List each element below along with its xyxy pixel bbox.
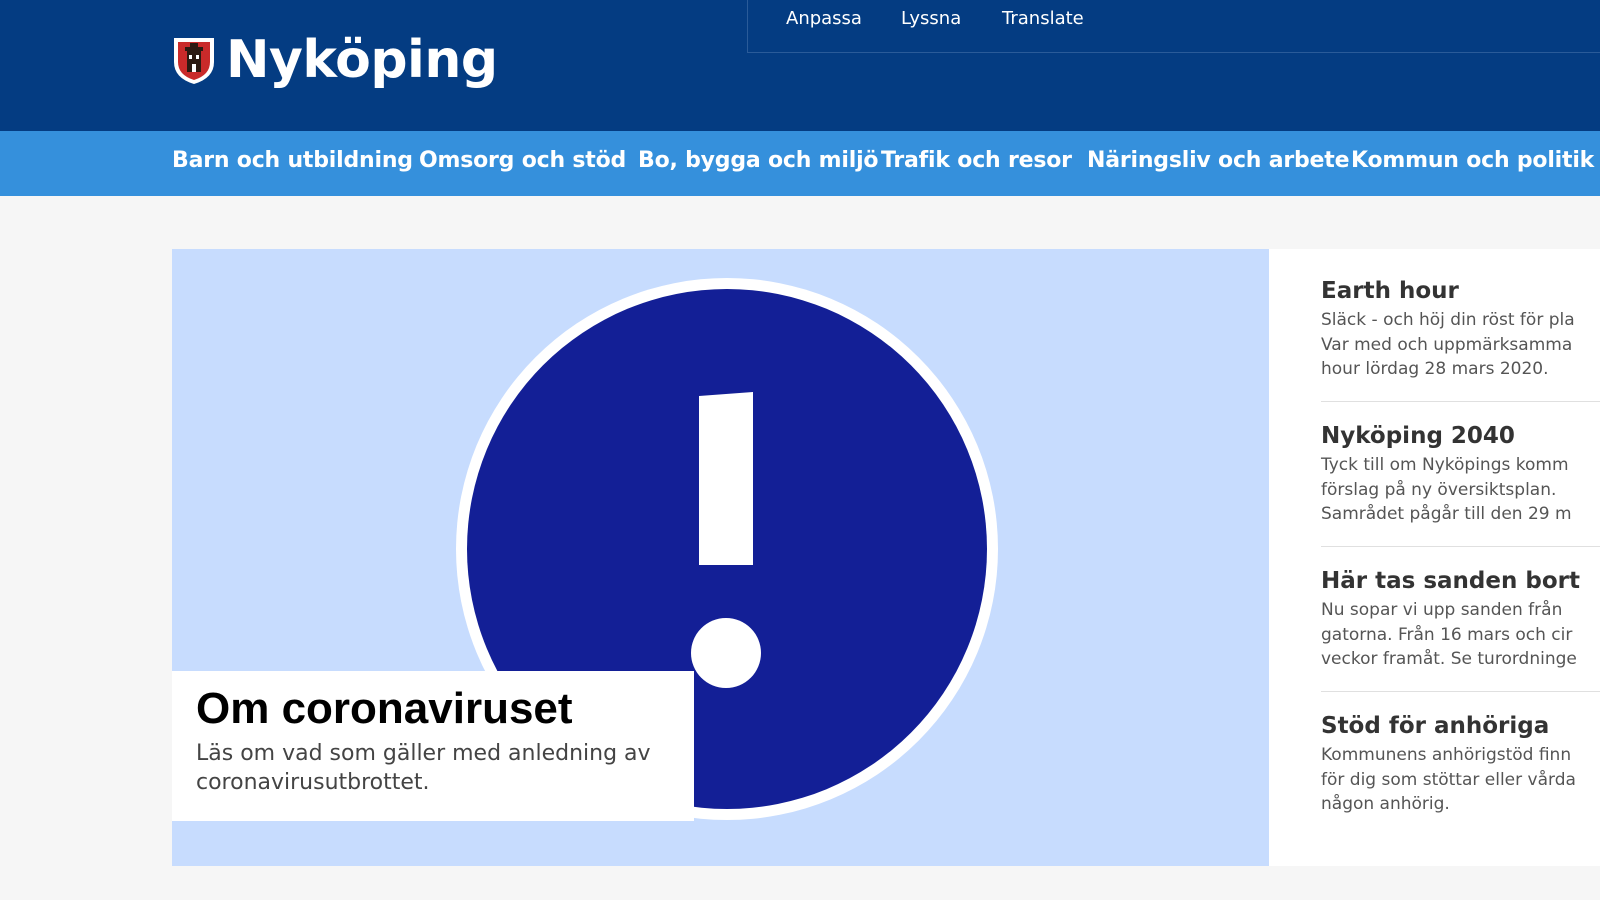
anpassa-link[interactable]: Anpassa [786, 8, 862, 29]
news-divider [1321, 691, 1600, 692]
news-item[interactable]: Earth hour Släck - och höj din röst för … [1321, 276, 1600, 382]
nav-kommun-och-politik[interactable]: Kommun och politik [1351, 148, 1594, 173]
home-logo-link[interactable]: Nyköping [172, 30, 498, 90]
nav-bo-bygga-och-miljo[interactable]: Bo, bygga och miljö [638, 148, 879, 173]
news-text: Släck - och höj din röst för pla [1321, 310, 1575, 330]
news-divider [1321, 401, 1600, 402]
news-title[interactable]: Earth hour [1321, 276, 1600, 306]
hero-title[interactable]: Om coronaviruset [196, 683, 670, 735]
nav-omsorg-och-stod[interactable]: Omsorg och stöd [419, 148, 626, 173]
news-text: Samrådet pågår till den 29 m [1321, 504, 1572, 524]
coat-of-arms-icon [174, 38, 214, 84]
news-text: gatorna. Från 16 mars och cir [1321, 624, 1573, 645]
news-text: hour lördag 28 mars 2020. [1321, 359, 1549, 379]
news-text: veckor framåt. Se turordninge [1321, 649, 1577, 669]
news-title[interactable]: Nyköping 2040 [1321, 421, 1600, 451]
news-text: Nu sopar vi upp sanden från [1321, 600, 1563, 620]
hero-text-line-1: Läs om vad som gäller med anledning av [196, 741, 651, 766]
hero-card[interactable]: Om coronaviruset Läs om vad som gäller m… [172, 671, 694, 821]
lyssna-link[interactable]: Lyssna [901, 8, 961, 29]
news-text: förslag på ny översiktsplan. [1321, 479, 1557, 500]
news-item[interactable]: Nyköping 2040 Tyck till om Nyköpings kom… [1321, 421, 1600, 527]
nav-trafik-och-resor[interactable]: Trafik och resor [881, 148, 1072, 173]
site-name: Nyköping [226, 30, 498, 90]
news-title[interactable]: Här tas sanden bort [1321, 566, 1600, 596]
news-text: Tyck till om Nyköpings komm [1321, 455, 1569, 475]
nav-naringsliv-och-arbete[interactable]: Näringsliv och arbete [1087, 148, 1350, 173]
utility-bar: Anpassa Lyssna Translate [747, 0, 1600, 53]
news-sidebar: Earth hour Släck - och höj din röst för … [1269, 249, 1600, 866]
news-item[interactable]: Stöd för anhöriga Kommunens anhörigstöd … [1321, 711, 1600, 817]
news-text: någon anhörig. [1321, 794, 1450, 814]
translate-link[interactable]: Translate [1002, 8, 1084, 29]
main-navigation: Barn och utbildning Omsorg och stöd Bo, … [0, 131, 1600, 196]
news-divider [1321, 546, 1600, 547]
news-item[interactable]: Här tas sanden bort Nu sopar vi upp sand… [1321, 566, 1600, 672]
news-text: Kommunens anhörigstöd finn [1321, 745, 1572, 765]
nav-barn-och-utbildning[interactable]: Barn och utbildning [172, 148, 413, 173]
news-title[interactable]: Stöd för anhöriga [1321, 711, 1600, 741]
hero-text-line-2: coronavirusutbrottet. [196, 770, 430, 795]
hero-banner[interactable]: Om coronaviruset Läs om vad som gäller m… [172, 249, 1269, 866]
news-text: för dig som stöttar eller vårda [1321, 769, 1576, 790]
news-text: Var med och uppmärksamma [1321, 334, 1573, 355]
